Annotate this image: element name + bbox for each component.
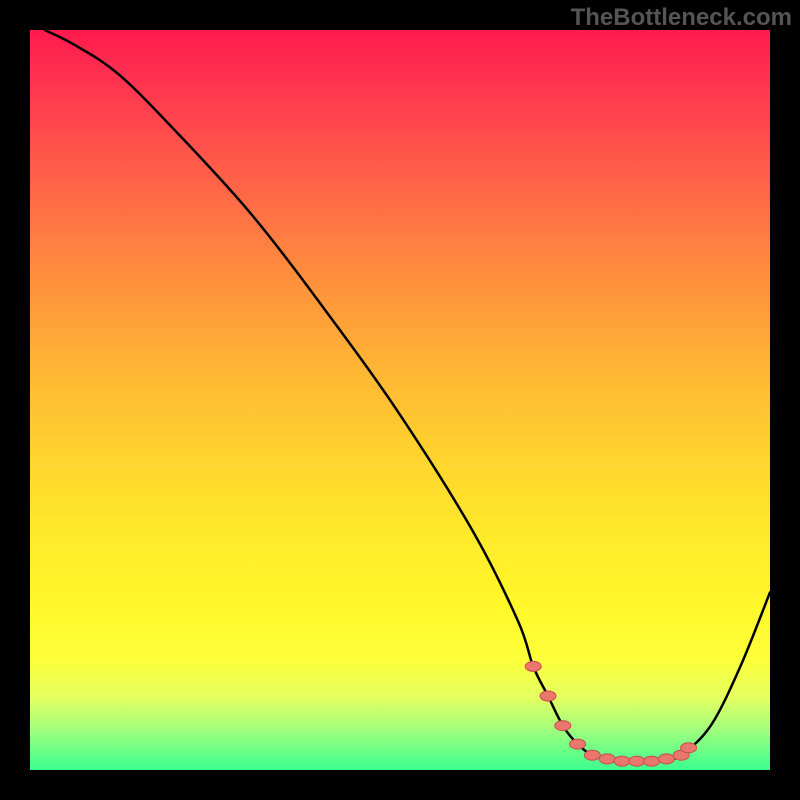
marker-dot <box>584 750 600 760</box>
watermark-text: TheBottleneck.com <box>571 4 792 32</box>
marker-dot <box>599 754 615 764</box>
marker-dot <box>540 691 556 701</box>
chart-container: TheBottleneck.com <box>0 0 800 800</box>
flat-region-markers <box>525 661 696 766</box>
marker-dot <box>629 756 645 766</box>
curve-layer <box>30 30 770 770</box>
marker-dot <box>681 743 697 753</box>
plot-area <box>30 30 770 770</box>
marker-dot <box>614 756 630 766</box>
marker-dot <box>658 754 674 764</box>
marker-dot <box>644 756 660 766</box>
main-curve <box>45 30 770 761</box>
marker-dot <box>555 721 571 731</box>
marker-dot <box>525 661 541 671</box>
marker-dot <box>570 739 586 749</box>
